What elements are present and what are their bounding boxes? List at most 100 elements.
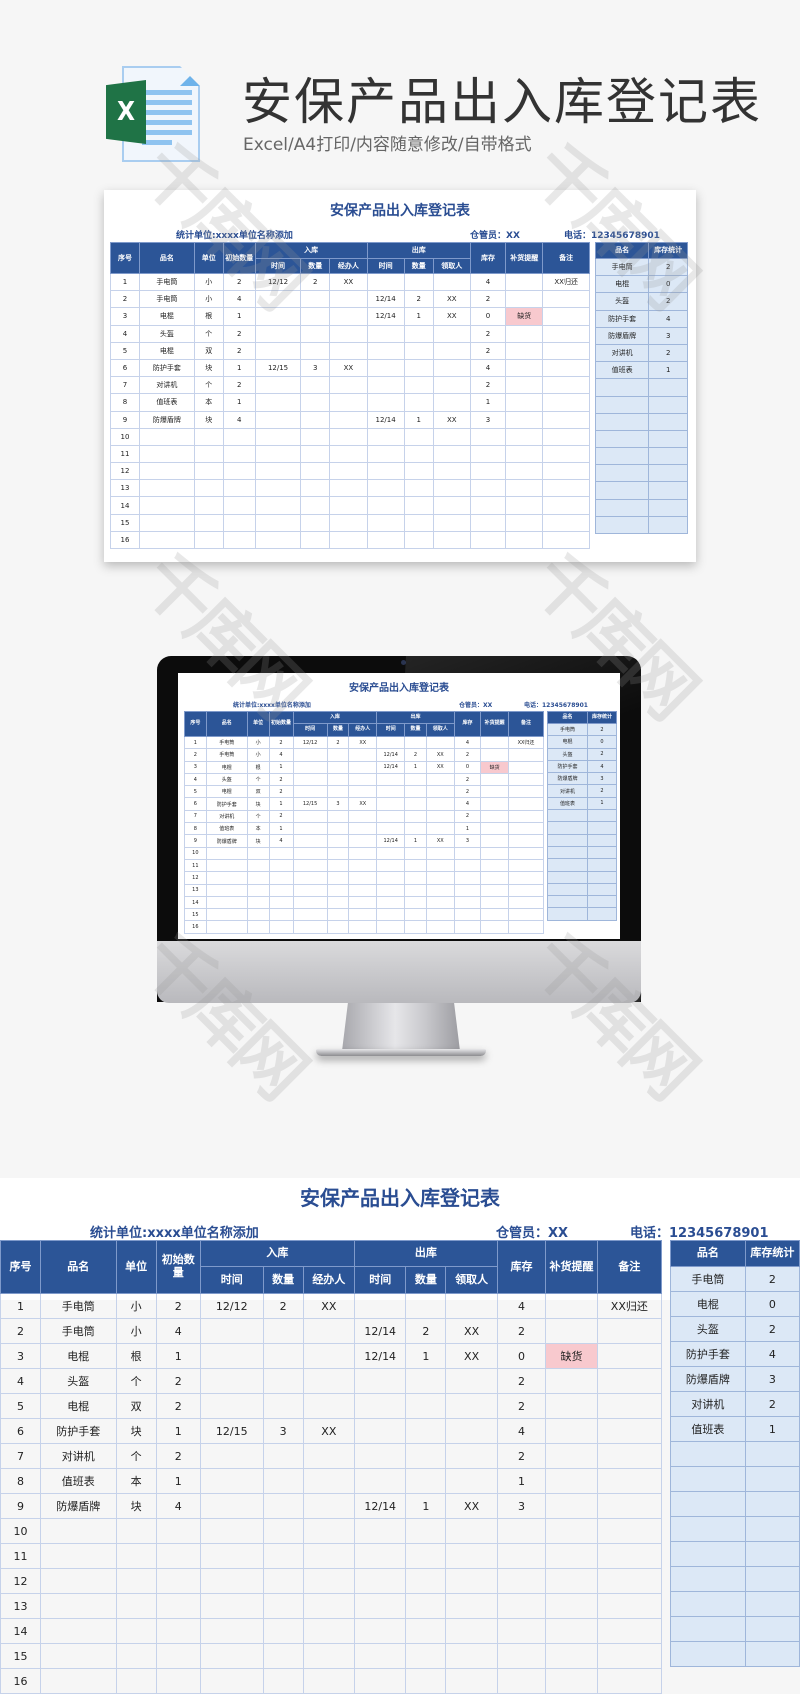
cell-out-receiver [445, 1643, 498, 1669]
cell-seq: 4 [0, 1368, 41, 1394]
cell-stock: 0 [453, 760, 482, 774]
cell-alert [505, 427, 544, 446]
cell-initial: 1 [155, 1343, 201, 1369]
cell-out-qty [403, 496, 434, 515]
cell-out-receiver: XX [425, 834, 455, 848]
summary-row: 头盔 2 [594, 292, 688, 311]
summary-cell-stock [587, 809, 617, 823]
table-row: 3 电棍根 1 12/14 1 XX 0 缺货 [110, 307, 590, 326]
summary-cell-stock: 2 [587, 784, 617, 798]
cell-in-handler [329, 410, 368, 429]
cell-seq: 5 [184, 785, 207, 799]
excel-x-badge: X [106, 80, 146, 144]
cell-alert [545, 1318, 598, 1344]
column-header-out-group: 出库 [376, 711, 455, 724]
column-header-out-qty: 数量 [403, 258, 434, 274]
cell-initial: 4 [222, 410, 256, 429]
column-header-unit: 单位 [246, 711, 270, 737]
cell-alert [545, 1368, 598, 1394]
cell-stock: 4 [453, 797, 482, 811]
cell-alert [480, 883, 510, 897]
summary-row: 手电筒 2 [594, 257, 688, 277]
cell-out-qty [404, 735, 427, 750]
cell-in-time [292, 908, 328, 922]
phone-label: 电话：12345678901 [564, 231, 660, 241]
restock-alert-badge: 缺货 [480, 760, 510, 774]
cell-alert [480, 871, 510, 885]
cell-out-qty [405, 1468, 447, 1494]
column-header-remark: 备注 [542, 242, 590, 274]
table-row: 16 [110, 530, 590, 550]
summary-cell-name [594, 412, 650, 431]
cell-in-time [199, 1343, 264, 1369]
cell-seq: 14 [184, 895, 207, 910]
cell-unit: 块 [246, 797, 270, 811]
cell-unit [246, 895, 270, 910]
cell-in-time [254, 427, 302, 446]
cell-out-receiver [445, 1518, 498, 1544]
cell-initial [268, 858, 294, 873]
column-header-in-handler: 经办人 [329, 258, 368, 274]
cell-unit [193, 427, 224, 446]
keeper-label: 仓管员：XX [470, 231, 520, 241]
cell-out-time [366, 393, 405, 412]
summary-row: 值班表 1 [546, 796, 617, 811]
summary-row [546, 845, 617, 860]
cell-stock [453, 883, 482, 897]
cell-unit [193, 513, 224, 532]
cell-remark [508, 797, 544, 811]
table-row: 3 电棍根 1 12/14 1 XX 0 缺货 [184, 760, 544, 774]
summary-header-stock: 库存统计 [648, 242, 688, 259]
cell-in-handler [302, 1668, 356, 1694]
cell-in-handler [348, 772, 378, 787]
cell-alert [480, 822, 510, 836]
page-title: 安保产品出入库登记表 [242, 73, 762, 131]
cell-remark [596, 1543, 663, 1569]
cell-out-receiver [445, 1593, 498, 1619]
cell-unit [193, 479, 224, 498]
cell-stock [453, 858, 482, 873]
cell-remark [508, 846, 544, 860]
cell-out-qty [403, 479, 434, 498]
cell-initial: 2 [222, 376, 256, 395]
cell-remark [542, 530, 590, 550]
cell-unit: 小 [193, 290, 224, 309]
summary-cell-stock [744, 1616, 800, 1642]
summary-cell-name [670, 1591, 746, 1617]
summary-cell-stock [587, 845, 617, 860]
cell-out-time [376, 871, 406, 885]
cell-stock: 2 [453, 809, 482, 824]
cell-out-qty: 1 [404, 760, 427, 774]
cell-out-time [366, 462, 405, 481]
cell-out-receiver: XX [445, 1318, 498, 1344]
cell-alert [480, 797, 510, 811]
column-header-out-group: 出库 [366, 242, 471, 259]
summary-row: 头盔 2 [670, 1316, 800, 1342]
cell-name [138, 530, 195, 550]
column-header-in-qty: 数量 [262, 1266, 304, 1294]
table-row: 15 [110, 513, 590, 532]
summary-row: 电棍 0 [594, 275, 688, 294]
cell-out-qty [403, 462, 434, 481]
summary-cell-stock [587, 870, 617, 884]
cell-in-handler [348, 883, 378, 897]
cell-stock [469, 427, 507, 446]
summary-cell-stock [744, 1466, 800, 1492]
cell-out-time [354, 1468, 407, 1494]
cell-stock: 1 [453, 822, 482, 836]
summary-cell-stock [744, 1441, 800, 1467]
table-row: 2 手电筒小 4 12/14 2 XX 2 [0, 1318, 663, 1344]
table-row: 7 对讲机个 2 2 [0, 1443, 663, 1469]
cell-out-time [376, 920, 406, 934]
cell-out-qty [404, 883, 427, 897]
summary-cell-name [594, 378, 650, 397]
summary-cell-name: 手电筒 [546, 722, 589, 737]
cell-name [39, 1518, 117, 1544]
table-row: 4 头盔个 2 2 [184, 772, 544, 787]
cell-out-receiver [432, 272, 471, 292]
cell-remark [508, 760, 544, 774]
cell-in-time: 12/15 [254, 358, 302, 378]
cell-initial [268, 871, 294, 885]
summary-row [670, 1441, 800, 1467]
sheet-title: 安保产品出入库登记表 [300, 1186, 500, 1210]
